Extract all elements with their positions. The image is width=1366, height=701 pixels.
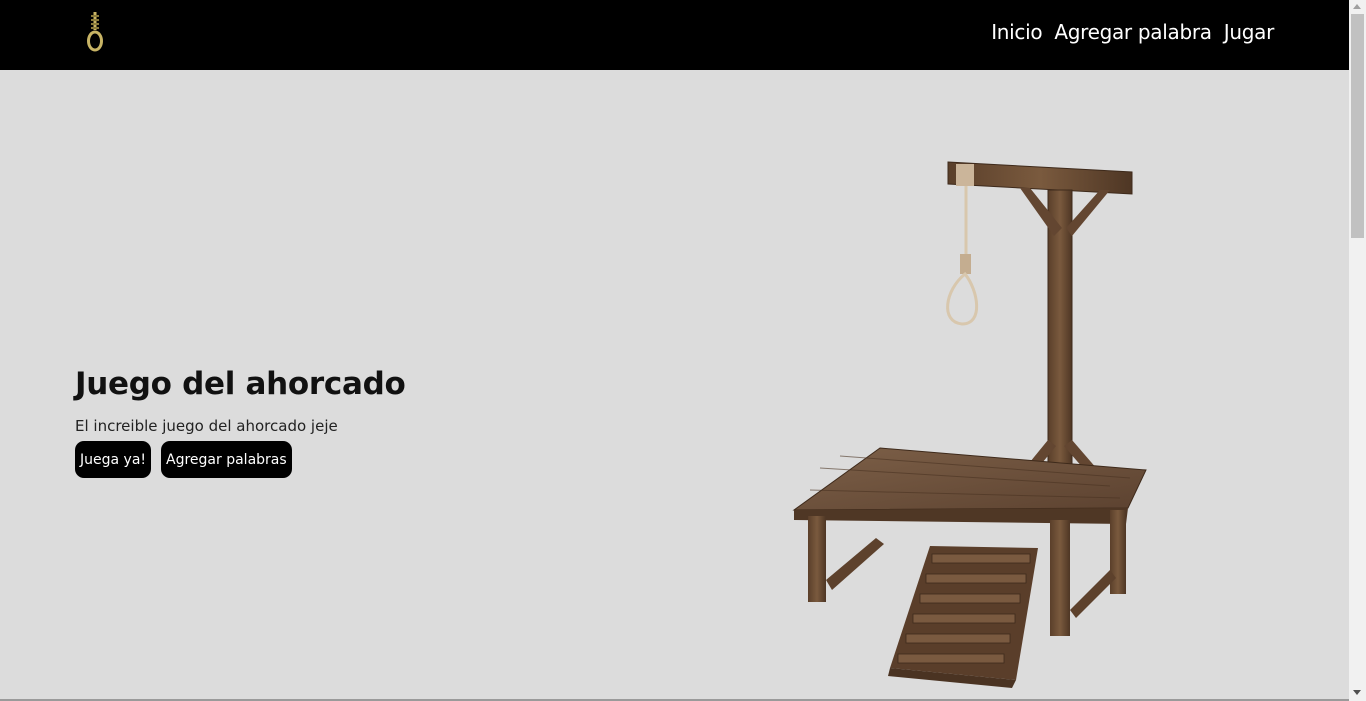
noose-icon[interactable]	[82, 10, 108, 54]
vertical-scrollbar[interactable]	[1349, 0, 1366, 701]
scroll-down-arrow-icon[interactable]	[1353, 690, 1361, 695]
scroll-up-arrow-icon[interactable]	[1353, 4, 1361, 9]
hero-buttons: Juega ya! Agregar palabras	[75, 441, 292, 478]
nav-link-jugar[interactable]: Jugar	[1224, 20, 1275, 44]
nav-link-agregar-palabra[interactable]: Agregar palabra	[1054, 20, 1212, 44]
gallows-illustration	[780, 150, 1160, 690]
play-button[interactable]: Juega ya!	[75, 441, 152, 478]
scroll-thumb[interactable]	[1351, 14, 1364, 238]
hero-subtitle: El increible juego del ahorcado jeje	[75, 417, 338, 435]
hero-title: Juego del ahorcado	[75, 366, 406, 402]
add-words-button[interactable]: Agregar palabras	[161, 441, 292, 478]
nav-link-inicio[interactable]: Inicio	[991, 20, 1042, 44]
top-navbar: Inicio Agregar palabra Jugar	[0, 0, 1349, 70]
main-nav: Inicio Agregar palabra Jugar	[991, 20, 1274, 44]
